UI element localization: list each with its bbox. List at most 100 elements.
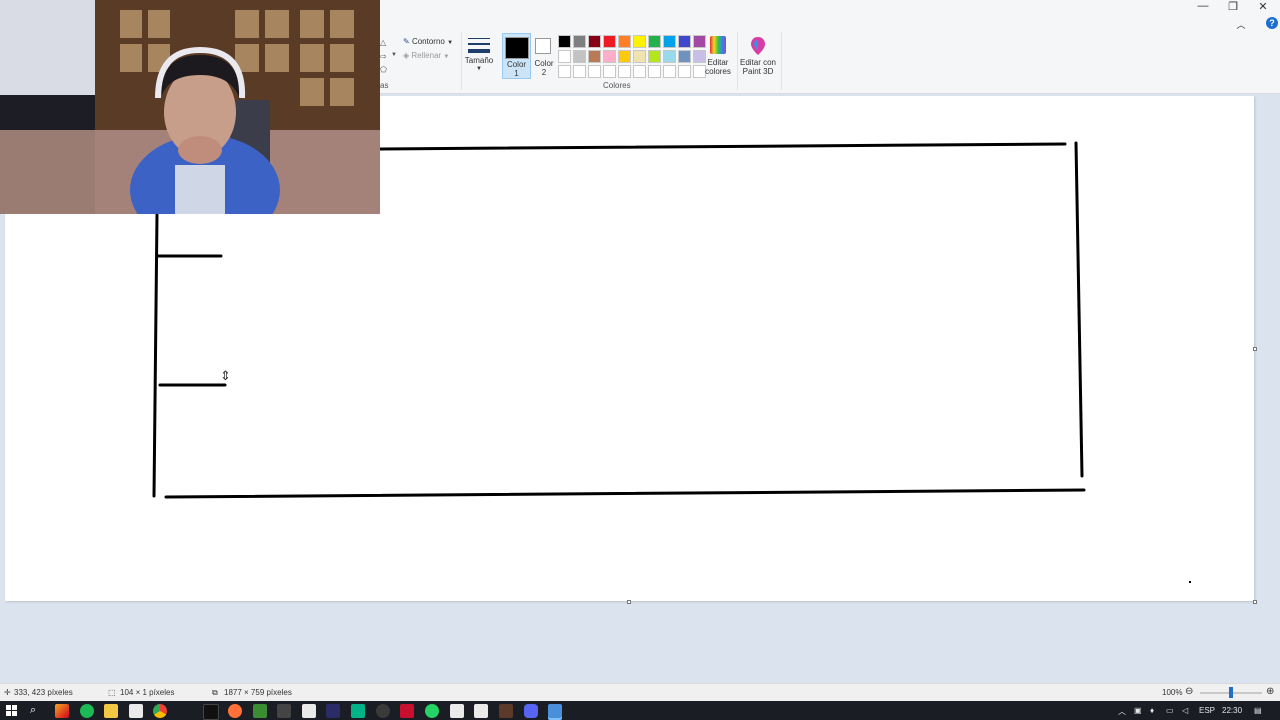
- spotify-icon[interactable]: [80, 704, 94, 718]
- palette-swatch[interactable]: [678, 35, 691, 48]
- palette-swatch[interactable]: [663, 35, 676, 48]
- outline-label: Contorno: [411, 37, 445, 46]
- fill-button[interactable]: ◈ Rellenar ▼: [403, 51, 449, 60]
- app-icon-6[interactable]: [376, 704, 390, 718]
- windows-start-icon[interactable]: [6, 705, 18, 717]
- paint3d-button[interactable]: Editar con Paint 3D: [738, 36, 778, 76]
- paint3d-icon: [751, 37, 765, 55]
- zoom-slider-thumb[interactable]: [1229, 687, 1233, 698]
- palette-swatch[interactable]: [678, 65, 691, 78]
- image-size-text: 1877 × 759 píxeles: [224, 688, 292, 697]
- palette-swatch[interactable]: [603, 50, 616, 63]
- palette-swatch[interactable]: [678, 50, 691, 63]
- palette-swatch[interactable]: [618, 65, 631, 78]
- app-icon-8[interactable]: [499, 704, 513, 718]
- color1-swatch: [505, 37, 529, 59]
- outline-button[interactable]: ✎ Contorno ▼: [403, 37, 453, 46]
- shapes-scroll-icon[interactable]: ▼: [391, 52, 397, 58]
- webcam-overlay: [0, 0, 380, 214]
- palette-swatch[interactable]: [633, 50, 646, 63]
- zoom-slider[interactable]: [1200, 687, 1262, 698]
- zoom-out-button[interactable]: ⊖: [1185, 686, 1193, 697]
- palette-swatch[interactable]: [618, 35, 631, 48]
- palette-swatch[interactable]: [558, 65, 571, 78]
- palette-swatch[interactable]: [633, 65, 646, 78]
- collapse-ribbon-icon[interactable]: ︿: [1236, 18, 1246, 32]
- resize-handle-right[interactable]: [1253, 347, 1257, 351]
- palette-swatch[interactable]: [588, 50, 601, 63]
- notifications-icon[interactable]: ▤: [1254, 706, 1262, 715]
- app-icon-1[interactable]: [55, 704, 69, 718]
- resize-handle-corner[interactable]: [1253, 600, 1257, 604]
- line-size-icon: [468, 38, 490, 53]
- tiktok-icon[interactable]: [203, 704, 219, 720]
- brush-icon: ✎: [403, 37, 410, 46]
- bucket-icon: ◈: [403, 51, 410, 60]
- palette-swatch[interactable]: [588, 65, 601, 78]
- microphone-icon[interactable]: ♦: [1150, 706, 1154, 715]
- palette-swatch[interactable]: [603, 65, 616, 78]
- network-icon[interactable]: ▭: [1166, 706, 1174, 715]
- tray-app-icon[interactable]: ▣: [1134, 706, 1142, 715]
- color2-button[interactable]: Color 2: [532, 33, 556, 77]
- palette-swatch[interactable]: [648, 50, 661, 63]
- language-indicator[interactable]: ESP: [1199, 706, 1215, 715]
- palette-swatch[interactable]: [573, 35, 586, 48]
- palette-swatch[interactable]: [573, 50, 586, 63]
- app-icon-3[interactable]: [277, 704, 291, 718]
- palette-swatch[interactable]: [663, 50, 676, 63]
- minimize-button[interactable]: —: [1188, 0, 1218, 14]
- color2-number: 2: [541, 68, 547, 77]
- close-button[interactable]: ✕: [1248, 0, 1278, 14]
- edit-colors-button[interactable]: Editar colores: [704, 36, 732, 76]
- restore-button[interactable]: ❐: [1218, 0, 1248, 14]
- color1-button[interactable]: Color 1: [502, 33, 531, 79]
- document-icon-2[interactable]: [450, 704, 464, 718]
- image-size-icon: ⧉: [212, 688, 218, 697]
- document-icon[interactable]: [302, 704, 316, 718]
- zoom-level-text: 100%: [1162, 688, 1183, 697]
- palette-swatch[interactable]: [558, 50, 571, 63]
- palette-swatch[interactable]: [618, 50, 631, 63]
- search-icon[interactable]: ⌕: [30, 704, 36, 717]
- size-button[interactable]: Tamaño ▼: [464, 36, 494, 74]
- palette-swatch[interactable]: [603, 35, 616, 48]
- app-icon-2[interactable]: [253, 704, 267, 718]
- triangle-shape-icon[interactable]: △: [380, 38, 386, 47]
- clock[interactable]: 22:30: [1222, 706, 1242, 715]
- edit-colors-label-1: Editar: [707, 58, 729, 67]
- edit-colors-label-2: colores: [705, 67, 731, 76]
- palette-swatch[interactable]: [648, 65, 661, 78]
- app-icon-5[interactable]: [351, 704, 365, 718]
- cursor-position-text: 333, 423 píxeles: [14, 688, 73, 697]
- zoom-in-button[interactable]: ⊕: [1266, 686, 1274, 697]
- app-icon-4[interactable]: [326, 704, 340, 718]
- app-icon-7[interactable]: [400, 704, 414, 718]
- chevron-down-icon: ▼: [476, 66, 482, 72]
- palette-swatch[interactable]: [573, 65, 586, 78]
- palette-swatch[interactable]: [648, 35, 661, 48]
- volume-icon[interactable]: ◁: [1182, 706, 1188, 715]
- file-explorer-icon[interactable]: [104, 704, 118, 718]
- color-wheel-icon: [710, 36, 726, 54]
- notepad-icon[interactable]: [129, 704, 143, 718]
- pentagon-shape-icon[interactable]: ⬠: [380, 65, 387, 74]
- palette-swatch[interactable]: [588, 35, 601, 48]
- color1-label: Color: [506, 60, 527, 69]
- palette-swatch[interactable]: [663, 65, 676, 78]
- arrow-shape-icon[interactable]: ⇨: [380, 52, 387, 61]
- webcam-image: [0, 0, 380, 214]
- firefox-icon[interactable]: [228, 704, 242, 718]
- discord-icon[interactable]: [524, 704, 538, 718]
- color1-number: 1: [514, 69, 519, 78]
- tray-chevron-icon[interactable]: ︿: [1118, 706, 1126, 717]
- paint-icon[interactable]: [548, 704, 562, 718]
- help-icon[interactable]: ?: [1266, 17, 1278, 29]
- chevron-down-icon: ▼: [447, 40, 454, 46]
- chrome-icon[interactable]: [153, 704, 167, 718]
- whatsapp-icon[interactable]: [425, 704, 439, 718]
- document-icon-3[interactable]: [474, 704, 488, 718]
- palette-swatch[interactable]: [558, 35, 571, 48]
- resize-handle-bottom[interactable]: [627, 600, 631, 604]
- palette-swatch[interactable]: [633, 35, 646, 48]
